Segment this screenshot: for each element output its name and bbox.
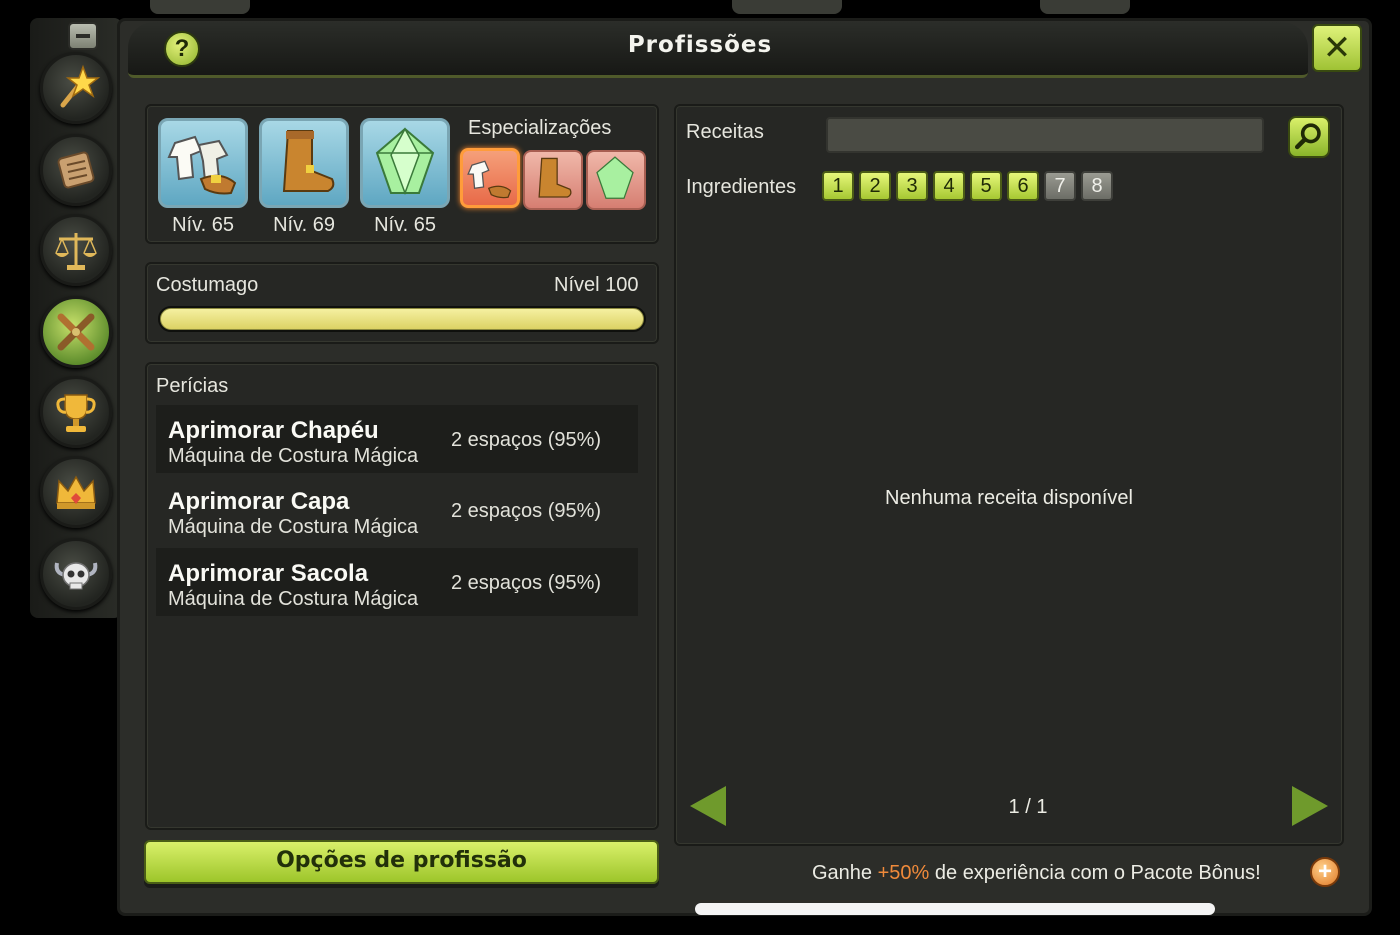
profession-level-shoemaker: Nív. 69	[273, 214, 335, 236]
specializations-title: Especializações	[468, 117, 612, 139]
rail-guild-button[interactable]	[40, 538, 112, 610]
scroll-icon	[57, 151, 95, 189]
recipes-label: Receitas	[686, 121, 764, 143]
skill-row[interactable]: Aprimorar Capa Máquina de Costura Mágica…	[156, 476, 638, 544]
home-indicator	[695, 903, 1215, 915]
profession-options-button[interactable]: Opções de profissão	[144, 840, 659, 884]
rail-star-wand-button[interactable]	[40, 52, 112, 124]
rail-scroll-button[interactable]	[40, 134, 112, 206]
ingredient-filter-4[interactable]: 4	[933, 171, 965, 201]
rail-scales-button[interactable]	[40, 214, 112, 286]
profession-card-jeweler[interactable]	[360, 118, 450, 208]
skill-row[interactable]: Aprimorar Chapéu Máquina de Costura Mági…	[156, 405, 638, 473]
xp-bar	[158, 306, 646, 332]
specialization-shoemaker[interactable]	[523, 150, 583, 210]
profession-card-tailor[interactable]	[158, 118, 248, 208]
skill-name: Aprimorar Sacola	[168, 560, 369, 587]
tailor-clothes-icon	[167, 135, 237, 195]
specialization-tailor[interactable]	[460, 148, 520, 208]
crossed-tools-icon	[57, 313, 95, 351]
boot-icon	[538, 157, 572, 198]
rail-trophy-button[interactable]	[40, 376, 112, 448]
ingredient-filter-7[interactable]: 7	[1044, 171, 1076, 201]
skill-slots: 2 espaços (95%)	[451, 429, 602, 451]
skill-station: Máquina de Costura Mágica	[168, 445, 419, 467]
star-wand-icon	[60, 64, 101, 108]
next-page-arrow-icon[interactable]	[1292, 786, 1328, 826]
skill-row[interactable]: Aprimorar Sacola Máquina de Costura Mági…	[156, 548, 638, 616]
skill-station: Máquina de Costura Mágica	[168, 588, 419, 610]
ingredient-filter-1[interactable]: 1	[822, 171, 854, 201]
previous-page-arrow-icon[interactable]	[690, 786, 726, 826]
ingredient-filter-3[interactable]: 3	[896, 171, 928, 201]
scales-icon	[55, 233, 97, 270]
window-title: Profissões	[627, 32, 773, 58]
top-tab-stub	[150, 0, 250, 14]
recipe-search-input[interactable]	[826, 117, 1264, 153]
search-icon	[1294, 123, 1321, 150]
current-profession-name: Costumago	[156, 274, 259, 296]
promo-suffix: de experiência com o Pacote Bônus!	[929, 862, 1261, 884]
ingredient-filter-6[interactable]: 6	[1007, 171, 1039, 201]
skill-slots: 2 espaços (95%)	[451, 500, 602, 522]
xp-bar-fill	[160, 308, 644, 330]
recipes-panel	[674, 104, 1344, 846]
promo-plus-button[interactable]: +	[1310, 857, 1340, 887]
top-tab-stub	[732, 0, 842, 14]
profession-card-shoemaker[interactable]	[259, 118, 349, 208]
recipe-search-button[interactable]	[1288, 116, 1330, 158]
ingredient-filter-5[interactable]: 5	[970, 171, 1002, 201]
skill-name: Aprimorar Chapéu	[168, 417, 379, 444]
rail-crown-button[interactable]	[40, 456, 112, 528]
promo-highlight: +50%	[877, 862, 930, 884]
ingredient-filter-8[interactable]: 8	[1081, 171, 1113, 201]
skill-slots: 2 espaços (95%)	[451, 572, 602, 594]
horned-skull-icon	[54, 562, 98, 590]
tailor-clothes-icon	[467, 160, 512, 199]
specialization-jeweler[interactable]	[586, 150, 646, 210]
skill-station: Máquina de Costura Mágica	[168, 516, 419, 538]
skill-name: Aprimorar Capa	[168, 488, 350, 515]
crown-icon	[56, 475, 96, 509]
page-indicator: 1 / 1	[1008, 796, 1048, 818]
no-recipes-message: Nenhuma receita disponível	[885, 487, 1133, 509]
help-button[interactable]: ?	[164, 31, 200, 67]
current-profession-level: Nível 100	[554, 274, 639, 296]
boot-icon	[282, 130, 335, 192]
skills-title: Perícias	[156, 375, 229, 397]
gem-icon	[375, 127, 435, 196]
trophy-icon	[56, 394, 96, 432]
promo-prefix: Ganhe	[812, 862, 878, 884]
ingredients-label: Ingredientes	[686, 176, 797, 198]
close-button[interactable]: ✕	[1312, 24, 1362, 72]
ingredient-filter-2[interactable]: 2	[859, 171, 891, 201]
profession-level-tailor: Nív. 65	[172, 214, 234, 236]
gem-icon	[596, 156, 634, 199]
bonus-pack-promo: Ganhe +50% de experiência com o Pacote B…	[812, 862, 1261, 885]
top-tab-stub	[1040, 0, 1130, 14]
profession-level-jeweler: Nív. 65	[374, 214, 436, 236]
rail-professions-button[interactable]	[40, 296, 112, 368]
